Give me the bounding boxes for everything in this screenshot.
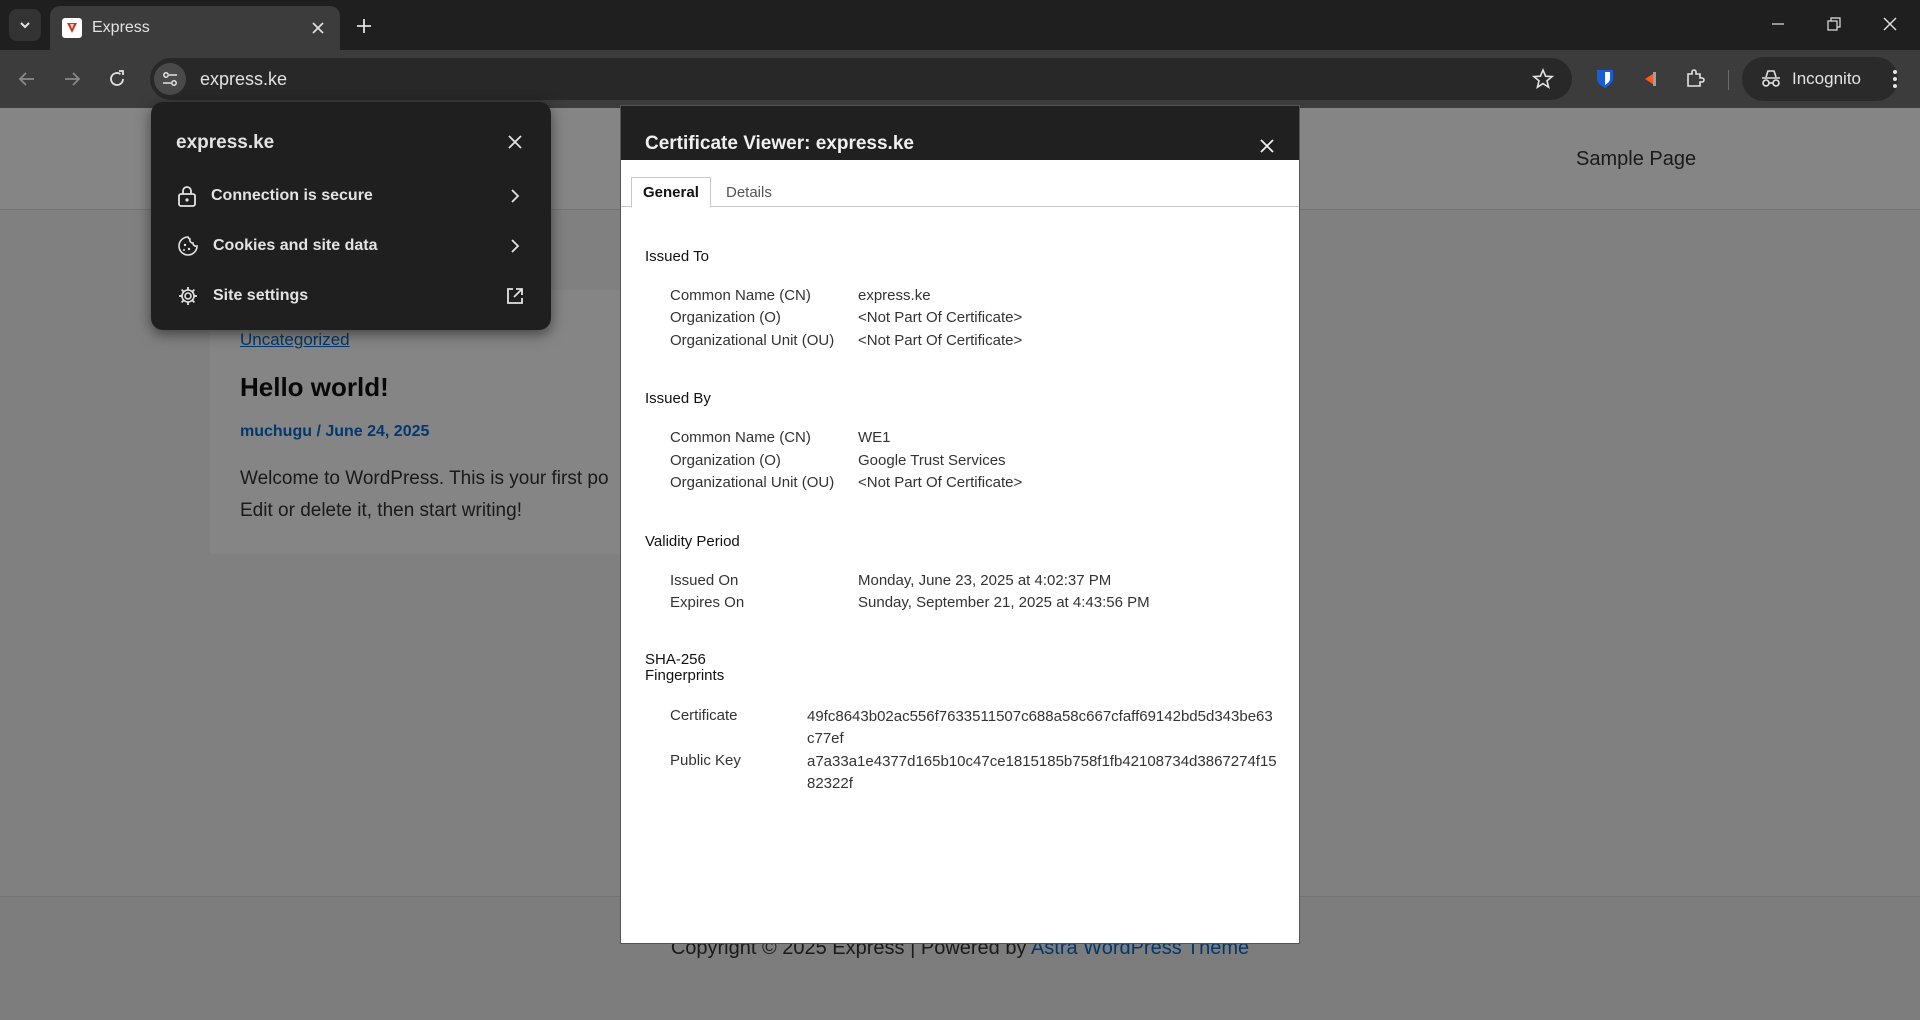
field-label: Issued On: [670, 572, 739, 589]
chevron-right-icon: [503, 234, 527, 258]
field-label: Certificate: [670, 707, 738, 724]
chevron-down-icon: [20, 22, 30, 29]
field-value: WE1: [858, 429, 891, 446]
field-label: Organizational Unit (OU): [670, 474, 835, 491]
external-link-icon: [503, 284, 527, 308]
tab-details[interactable]: Details: [715, 177, 783, 208]
cookie-icon: [178, 236, 198, 256]
new-tab-button[interactable]: [350, 12, 378, 40]
minimize-button[interactable]: [1758, 8, 1798, 40]
tab-general[interactable]: General: [631, 177, 711, 208]
popup-title: express.ke: [176, 132, 275, 153]
fingerprints-heading-line: Fingerprints: [645, 667, 725, 684]
issued-to-heading: Issued To: [645, 248, 709, 265]
arrow-right-icon: [65, 72, 81, 86]
field-label: Public Key: [670, 752, 741, 769]
incognito-icon: [1762, 70, 1780, 87]
certificate-close-button[interactable]: [1255, 134, 1279, 158]
field-value: <Not Part Of Certificate>: [858, 309, 1023, 326]
minimize-icon: [1772, 23, 1784, 25]
restore-icon: [1827, 17, 1841, 31]
browser-menu-button[interactable]: [1880, 64, 1910, 94]
field-label: Common Name (CN): [670, 287, 811, 304]
field-label: Common Name (CN): [670, 429, 811, 446]
site-info-popup: express.ke Connection is secure Cookies …: [151, 102, 551, 330]
certificate-tabs: General Details: [621, 160, 1299, 208]
certificate-viewer-title: Certificate Viewer: express.ke: [645, 133, 914, 154]
tab-strip: Express: [0, 0, 1920, 50]
field-value: Sunday, September 21, 2025 at 4:43:56 PM: [858, 594, 1150, 611]
cookies-site-data-label: Cookies and site data: [213, 237, 378, 254]
field-label: Expires On: [670, 594, 745, 611]
field-label: Organization (O): [670, 452, 781, 469]
forward-button[interactable]: [57, 64, 87, 94]
popup-close-button[interactable]: [503, 130, 527, 154]
field-value: express.ke: [858, 287, 931, 304]
brave-extension-icon[interactable]: [1636, 64, 1666, 94]
public-key-fingerprint-value: a7a33a1e4377d165b10c47ce1815185b758f1fb4…: [807, 753, 1277, 792]
plus-icon: [357, 19, 371, 33]
gear-icon: [179, 287, 197, 305]
browser-toolbar: express.ke Incognito: [0, 50, 1920, 108]
site-info-button[interactable]: [154, 63, 186, 95]
tab-title: Express: [92, 19, 150, 36]
bookmark-star-icon[interactable]: [1531, 67, 1555, 90]
more-vert-icon: [1893, 70, 1897, 88]
field-value: Google Trust Services: [858, 452, 1006, 469]
tune-icon: [163, 72, 177, 86]
issued-by-heading: Issued By: [645, 390, 711, 407]
cookies-site-data-row[interactable]: Cookies and site data: [151, 224, 551, 268]
close-icon: [1883, 17, 1897, 31]
bitwarden-extension-icon[interactable]: [1590, 64, 1620, 94]
close-icon: [1260, 139, 1274, 153]
incognito-button[interactable]: Incognito: [1742, 57, 1898, 101]
chevron-right-icon: [503, 184, 527, 208]
tab-search-button[interactable]: [9, 9, 41, 41]
field-value: <Not Part Of Certificate>: [858, 332, 1023, 349]
field-value: <Not Part Of Certificate>: [858, 474, 1023, 491]
close-icon: [508, 135, 522, 149]
favicon-icon: [62, 18, 82, 38]
restore-button[interactable]: [1814, 8, 1854, 40]
field-label: Organization (O): [670, 309, 781, 326]
tab-close-icon[interactable]: [308, 18, 328, 38]
reload-button[interactable]: [102, 64, 132, 94]
url-text[interactable]: express.ke: [200, 69, 287, 90]
field-value: Monday, June 23, 2025 at 4:02:37 PM: [858, 572, 1112, 589]
address-bar[interactable]: express.ke: [150, 58, 1572, 100]
certificate-viewer-header: Certificate Viewer: express.ke: [621, 106, 1299, 160]
field-label: Organizational Unit (OU): [670, 332, 835, 349]
fingerprints-heading-line: SHA-256: [645, 651, 706, 668]
lock-icon: [178, 186, 196, 207]
site-settings-row[interactable]: Site settings: [151, 274, 551, 318]
back-button[interactable]: [12, 64, 42, 94]
fingerprints-heading: SHA-256 Fingerprints: [645, 652, 724, 684]
site-settings-label: Site settings: [213, 287, 309, 304]
connection-secure-row[interactable]: Connection is secure: [151, 174, 551, 218]
reload-icon: [110, 70, 124, 86]
certificate-viewer-dialog: Certificate Viewer: express.ke General D…: [620, 105, 1300, 944]
incognito-label: Incognito: [1792, 69, 1861, 88]
certificate-fingerprint-value: 49fc8643b02ac556f7633511507c688a58c667cf…: [807, 708, 1273, 747]
extensions-puzzle-icon[interactable]: [1680, 64, 1710, 94]
arrow-left-icon: [18, 72, 34, 86]
toolbar-separator: [1728, 70, 1729, 90]
validity-period-heading: Validity Period: [645, 533, 740, 550]
connection-secure-label: Connection is secure: [211, 187, 373, 204]
browser-tab[interactable]: Express: [50, 6, 340, 50]
window-close-button[interactable]: [1870, 8, 1910, 40]
